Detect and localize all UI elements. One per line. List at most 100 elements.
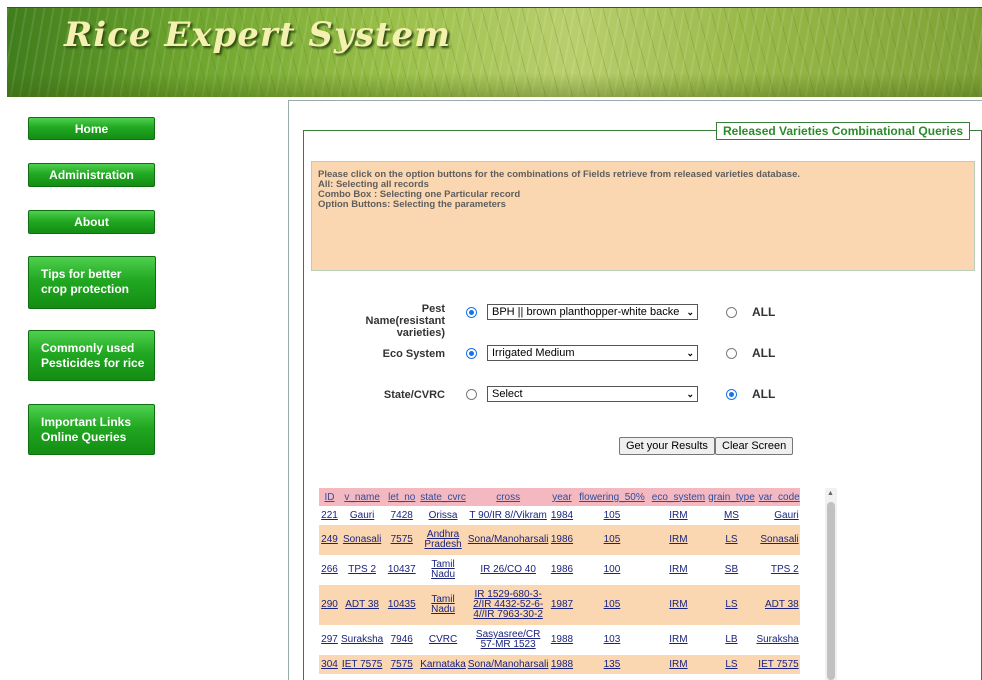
pest-name-radio[interactable]: [466, 307, 477, 318]
results-table-container[interactable]: ID v_name let_no state_cvrc cross year f…: [319, 488, 837, 680]
cell-let-no[interactable]: 10435: [384, 585, 420, 625]
chevron-down-icon: ⌄: [686, 348, 694, 358]
cell-id[interactable]: 297: [319, 625, 340, 655]
table-scrollbar[interactable]: ▲: [825, 488, 837, 680]
cell-v-name[interactable]: ADT 38: [340, 585, 385, 625]
pest-all-radio[interactable]: [726, 307, 737, 318]
cell-eco-system[interactable]: IRM: [649, 655, 708, 674]
cell-eco-system[interactable]: IRM: [649, 525, 708, 555]
cell-id[interactable]: 290: [319, 585, 340, 625]
cell-cross[interactable]: T 90/IR 8//Vikram: [466, 506, 550, 525]
eco-all-radio[interactable]: [726, 348, 737, 359]
state-cvrc-radio[interactable]: [466, 389, 477, 400]
cell-grain-type[interactable]: LS: [707, 585, 756, 625]
state-cvrc-select[interactable]: Select ⌄: [487, 386, 698, 402]
state-all-radio[interactable]: [726, 389, 737, 400]
cell-v-name[interactable]: Sonasali: [340, 525, 385, 555]
col-header-v-name[interactable]: v_name: [340, 488, 385, 506]
eco-system-select[interactable]: Irrigated Medium ⌄: [487, 345, 698, 361]
banner: Rice Expert System: [7, 7, 982, 97]
cell-v-name[interactable]: Gauri: [340, 506, 385, 525]
cell-flowering[interactable]: 105: [574, 585, 650, 625]
cell-id[interactable]: 221: [319, 506, 340, 525]
cell-flowering[interactable]: 105: [574, 525, 650, 555]
cell-year[interactable]: 1986: [549, 555, 575, 585]
cell-year[interactable]: 1988: [549, 655, 575, 674]
col-header-id[interactable]: ID: [319, 488, 340, 506]
cell-state-cvrc[interactable]: Tamil Nadu: [419, 555, 467, 585]
cell-flowering[interactable]: 100: [574, 555, 650, 585]
cell-v-name[interactable]: TPS 2: [340, 555, 385, 585]
pest-name-select[interactable]: BPH || brown planthopper-white backed pl…: [487, 304, 698, 320]
cell-year[interactable]: 1987: [549, 585, 575, 625]
nav-links-button[interactable]: Important Links Online Queries: [28, 404, 155, 455]
cell-year[interactable]: 1988: [549, 625, 575, 655]
col-header-let-no[interactable]: let_no: [384, 488, 420, 506]
eco-all-label: ALL: [752, 346, 776, 360]
cell-id[interactable]: 249: [319, 525, 340, 555]
cell-id[interactable]: 266: [319, 555, 340, 585]
cell-flowering[interactable]: 105: [574, 506, 650, 525]
col-header-year[interactable]: year: [549, 488, 575, 506]
table-row: 249 Sonasali 7575 Andhra Pradesh Sona/Ma…: [319, 525, 800, 555]
nav-home-button[interactable]: Home: [28, 117, 155, 140]
cell-var-code[interactable]: Suraksha: [755, 625, 800, 655]
cell-grain-type[interactable]: LS: [707, 655, 756, 674]
col-header-state-cvrc[interactable]: state_cvrc: [419, 488, 467, 506]
cell-grain-type[interactable]: LB: [707, 625, 756, 655]
cell-let-no[interactable]: 7575: [384, 525, 420, 555]
col-header-var-code[interactable]: var_code: [755, 488, 800, 506]
col-header-flowering[interactable]: flowering_50%: [574, 488, 650, 506]
nav-administration-button[interactable]: Administration: [28, 163, 155, 187]
cell-cross[interactable]: IR 26/CO 40: [466, 555, 550, 585]
cell-var-code[interactable]: Gauri: [755, 506, 800, 525]
pest-name-select-value: BPH || brown planthopper-white backed pl…: [492, 306, 679, 318]
nav-pesticides-button[interactable]: Commonly used Pesticides for rice: [28, 330, 155, 381]
cell-var-code[interactable]: ADT 38: [755, 585, 800, 625]
cell-grain-type[interactable]: LS: [707, 525, 756, 555]
table-row: 304 IET 7575 7575 Karnataka Sona/Manohar…: [319, 655, 800, 674]
pest-name-label: Pest Name(resistant varieties): [365, 303, 445, 339]
nav-about-label: About: [74, 215, 109, 229]
cell-var-code[interactable]: IET 7575: [755, 655, 800, 674]
cell-var-code[interactable]: TPS 2: [755, 555, 800, 585]
scrollbar-thumb[interactable]: [827, 502, 835, 680]
cell-eco-system[interactable]: IRM: [649, 506, 708, 525]
col-header-cross[interactable]: cross: [466, 488, 550, 506]
cell-state-cvrc[interactable]: CVRC: [419, 625, 467, 655]
cell-v-name[interactable]: IET 7575: [340, 655, 385, 674]
col-header-eco-system[interactable]: eco_system: [649, 488, 708, 506]
cell-id[interactable]: 304: [319, 655, 340, 674]
cell-flowering[interactable]: 103: [574, 625, 650, 655]
cell-grain-type[interactable]: MS: [707, 506, 756, 525]
cell-let-no[interactable]: 7575: [384, 655, 420, 674]
cell-eco-system[interactable]: IRM: [649, 625, 708, 655]
cell-grain-type[interactable]: SB: [707, 555, 756, 585]
col-header-grain-type[interactable]: grain_type: [707, 488, 756, 506]
cell-flowering[interactable]: 135: [574, 655, 650, 674]
cell-state-cvrc[interactable]: Orissa: [419, 506, 467, 525]
cell-eco-system[interactable]: IRM: [649, 585, 708, 625]
cell-let-no[interactable]: 10437: [384, 555, 420, 585]
cell-let-no[interactable]: 7946: [384, 625, 420, 655]
nav-tips-button[interactable]: Tips for better crop protection: [28, 256, 156, 309]
cell-state-cvrc[interactable]: Tamil Nadu: [419, 585, 467, 625]
cell-state-cvrc[interactable]: Karnataka: [419, 655, 467, 674]
scroll-up-arrow-icon[interactable]: ▲: [827, 490, 834, 497]
cell-state-cvrc[interactable]: Andhra Pradesh: [419, 525, 467, 555]
cell-v-name[interactable]: Suraksha: [340, 625, 385, 655]
clear-screen-button[interactable]: Clear Screen: [715, 437, 794, 455]
cell-cross[interactable]: Sasyasree/CR 57-MR 1523: [466, 625, 550, 655]
cell-var-code[interactable]: Sonasali: [755, 525, 800, 555]
cell-eco-system[interactable]: IRM: [649, 555, 708, 585]
get-results-button[interactable]: Get your Results: [619, 437, 715, 455]
cell-year[interactable]: 1986: [549, 525, 575, 555]
cell-cross[interactable]: Sona/Manoharsali: [466, 525, 550, 555]
cell-let-no[interactable]: 7428: [384, 506, 420, 525]
nav-about-button[interactable]: About: [28, 210, 155, 234]
cell-year[interactable]: 1984: [549, 506, 575, 525]
cell-cross[interactable]: Sona/Manoharsali: [466, 655, 550, 674]
chevron-down-icon: ⌄: [686, 389, 694, 399]
eco-system-radio[interactable]: [466, 348, 477, 359]
cell-cross[interactable]: IR 1529-680-3-2/IR 4432-52-6-4//IR 7963-…: [466, 585, 550, 625]
